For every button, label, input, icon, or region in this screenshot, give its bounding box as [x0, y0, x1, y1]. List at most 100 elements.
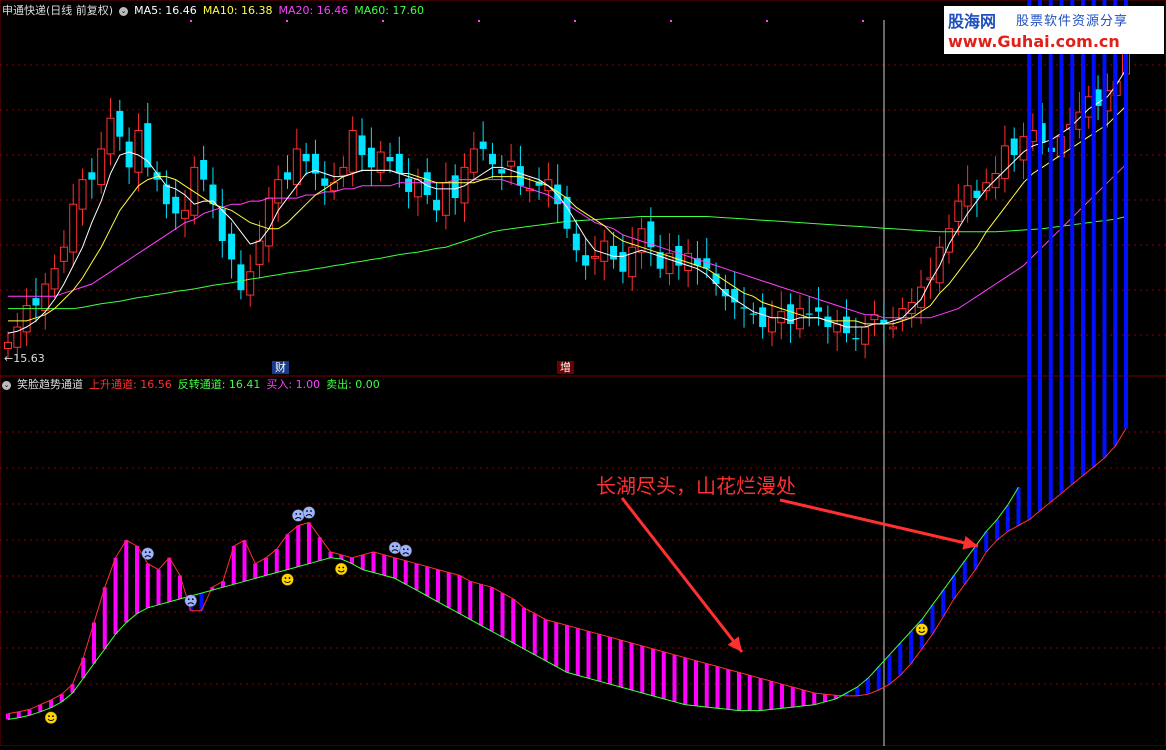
candle-body-down	[815, 307, 823, 312]
face-eye	[191, 598, 194, 601]
sell-label: 卖出: 0.00	[326, 378, 380, 391]
face-eye	[48, 715, 50, 718]
face-eye	[299, 513, 302, 515]
smile-icon	[915, 623, 928, 636]
collapse-icon[interactable]: ⌄	[2, 380, 11, 390]
candle-body-up	[889, 326, 898, 330]
candle-body-up	[917, 286, 926, 308]
candle-body-up	[274, 179, 283, 204]
frown-icon	[292, 509, 305, 522]
annotation-arrow-left	[620, 497, 744, 653]
top-marker-dot	[382, 20, 384, 22]
candle-body-up	[106, 117, 115, 155]
candle-body-down	[200, 160, 208, 180]
candle-body-down	[805, 313, 813, 315]
face-eye	[922, 627, 925, 629]
candle-body-up	[69, 203, 78, 253]
candle-body-up	[97, 148, 106, 186]
indicator-name: 笑脸趋势通道	[17, 378, 83, 391]
candle-body-down	[479, 141, 487, 149]
candle-body-down	[386, 156, 394, 162]
candle-body-down	[610, 245, 618, 260]
candle-body-up	[460, 166, 469, 204]
chart-stage: 申通快递(日线 前复权) ⌄ MA5: 16.46 MA10: 16.38 MA20: …	[0, 0, 1166, 747]
candle-body-down	[172, 196, 180, 214]
candle-body-down	[405, 178, 413, 192]
candle-body-up	[264, 197, 273, 247]
top-panel-frame	[0, 0, 1166, 377]
face-eye	[402, 548, 405, 551]
smile-icon	[335, 562, 348, 576]
watermark-brand: 股海网	[948, 12, 997, 31]
candle-body-up	[255, 240, 264, 265]
candle-body-up	[441, 182, 450, 216]
top-marker-dot	[766, 20, 768, 22]
candle-body-down	[749, 313, 757, 315]
face-eye	[52, 715, 54, 718]
candle-body-down	[572, 233, 580, 251]
top-marker-dot	[286, 20, 288, 22]
face-eye	[396, 545, 398, 548]
face-eye	[406, 548, 409, 551]
candle-body-up	[767, 317, 776, 333]
collapse-icon[interactable]: ⌄	[119, 6, 129, 16]
candle-body-down	[32, 298, 40, 306]
candle-body-up	[777, 311, 786, 324]
candle-body-down	[433, 199, 441, 211]
candle-body-up	[963, 185, 972, 207]
ma10-label: MA10: 16.38	[202, 4, 273, 17]
face-eye	[284, 577, 287, 579]
candle-body-down	[162, 184, 170, 205]
ma5-label: MA5: 16.46	[134, 4, 197, 17]
face-eye	[144, 551, 147, 554]
smile-icon	[44, 711, 58, 724]
candle-body-up	[41, 283, 50, 311]
finance-tag[interactable]: 财	[272, 361, 289, 374]
top-marker-dot	[190, 20, 192, 22]
face-eye	[392, 545, 394, 548]
top-marker-dot	[862, 20, 864, 22]
candle-body-up	[954, 200, 963, 222]
face-eye	[918, 627, 921, 629]
candle-body-down	[395, 153, 403, 174]
candle-body-down	[498, 169, 506, 174]
top-marker-dot	[670, 20, 672, 22]
candle-body-down	[321, 178, 329, 186]
top-marker-dot	[574, 20, 576, 22]
frown-icon	[302, 506, 316, 519]
candle-body-up	[134, 130, 143, 173]
candle-body-down	[852, 338, 860, 340]
ma20-label: MA20: 16.46	[278, 4, 349, 17]
candle-body-down	[228, 233, 236, 260]
candle-body-down	[488, 153, 496, 165]
candle-body-down	[218, 209, 226, 242]
candle-body-up	[50, 268, 59, 290]
frown-icon	[388, 541, 402, 555]
candle-body-down	[237, 264, 245, 291]
candle-body-down	[516, 166, 524, 186]
candle-body-up	[339, 166, 348, 176]
candle-body-down	[451, 175, 459, 199]
candle-body-up	[190, 166, 199, 216]
face-eye	[187, 598, 190, 601]
up-channel-label: 上升通道: 16.56	[89, 378, 172, 391]
candle-body-up	[628, 246, 637, 278]
annotation-text: 长湖尽头，山花烂漫处	[596, 474, 796, 498]
low-price-label: ←15.63	[4, 352, 45, 365]
top-marker-dot	[478, 20, 480, 22]
face-eye	[306, 510, 308, 512]
watermark-url: www.Guhai.com.cn	[948, 32, 1120, 51]
candle-body-up	[600, 240, 609, 262]
watermark-logo: 股海网 股票软件资源分享 www.Guhai.com.cn	[944, 6, 1164, 54]
frown-icon	[184, 594, 197, 607]
candle-body-down	[116, 110, 124, 137]
annotation-arrow-right	[779, 498, 979, 548]
candle-body-down	[125, 141, 133, 168]
chart-svg	[0, 0, 1166, 747]
increase-tag[interactable]: 增	[557, 361, 574, 374]
buy-label: 买入: 1.00	[266, 378, 321, 391]
candle-body-down	[973, 190, 981, 199]
candle-body-up	[292, 148, 301, 186]
candle-body-up	[590, 255, 599, 259]
stock-name: 申通快递(日线 前复权)	[2, 4, 114, 17]
